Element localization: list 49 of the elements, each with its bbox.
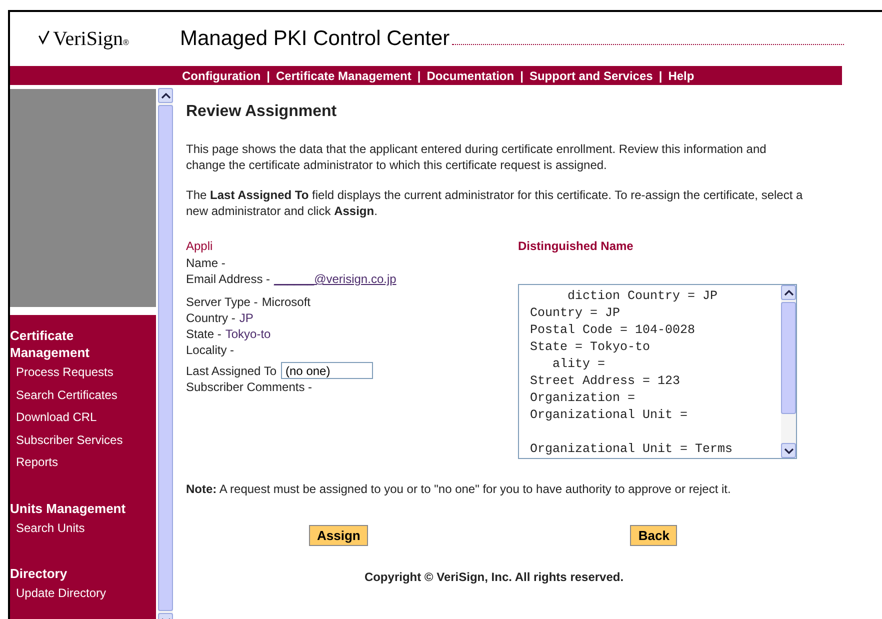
nav-link[interactable]: Documentation	[426, 68, 514, 82]
nav-link[interactable]: Certificate Management	[276, 68, 412, 82]
field-label: Country -	[186, 310, 236, 326]
sidebar-item[interactable]: Reports	[10, 451, 156, 474]
sidebar-heading: Units Management	[10, 500, 127, 516]
separator: |	[520, 68, 524, 82]
separator: |	[417, 68, 421, 82]
sidebar-item[interactable]: Process Requests	[10, 361, 156, 384]
nav-link[interactable]: Configuration	[182, 68, 261, 82]
nav-link[interactable]: Support and Services	[529, 68, 653, 82]
sidebar-item[interactable]: Subscriber Services	[10, 428, 156, 451]
separator: |	[266, 68, 270, 82]
scroll-up-icon[interactable]	[781, 285, 796, 300]
applicant-heading: Appli	[186, 239, 214, 255]
field-label: Name -	[186, 255, 226, 271]
scrollbar[interactable]	[781, 285, 796, 458]
section-title: Review Assignment	[186, 103, 338, 121]
intro-text: This page shows the data that the applicant entered during certificate enrollment. Review this information and change the certificate administrator to which this certificate request is assigned.	[186, 141, 768, 173]
field-label: State -	[186, 326, 222, 342]
check-mark-icon	[38, 28, 50, 44]
sidebar-heading: Directory	[10, 565, 68, 582]
assigned-to-field[interactable]: (no one)	[280, 362, 373, 379]
sidebar-heading: Certificate Management	[10, 327, 90, 361]
nav-link[interactable]: Help	[668, 68, 694, 82]
field-label: Subscriber Comments -	[186, 379, 312, 395]
scrollbar[interactable]	[158, 88, 173, 619]
sidebar-item[interactable]: Update Directory	[10, 582, 156, 604]
hint-text: The Last Assigned To field displays the current administrator for this certificate. To re-assign the certificate, select a new administrator and click Assign.	[186, 187, 804, 219]
field-label: Email Address -	[186, 271, 270, 287]
field-value: JP	[239, 310, 254, 326]
page-title: Managed PKI Control Center	[180, 27, 450, 51]
sidebar-item[interactable]: Search Certificates	[10, 384, 156, 406]
scroll-down-icon[interactable]	[781, 443, 796, 458]
field-label: Server Type -	[186, 294, 258, 310]
email-link[interactable]: ______@verisign.co.jp	[274, 271, 396, 287]
field-label: Last Assigned To	[186, 362, 277, 378]
copyright-text: Copyright © VeriSign, Inc. All rights reserved.	[363, 570, 625, 584]
field-value: Tokyo-to	[225, 326, 271, 342]
dn-text-area[interactable]: diction Country = JP Country = JP Postal Code = 104-0028 State = Tokyo-to ality = Street Address = 123 Organization = Organizational Unit = Organizational Unit = Terms	[518, 284, 797, 459]
separator: |	[658, 68, 662, 82]
sidebar-item[interactable]: Search Units	[10, 516, 156, 539]
dn-heading: Distinguished Name	[518, 239, 634, 255]
field-value: Microsoft	[262, 294, 310, 310]
field-label: Locality -	[186, 342, 234, 358]
action-button[interactable]: Back	[630, 525, 678, 546]
note-text: Note: A request must be assigned to you or to "no one" for you to have authority to approve or reject it.	[186, 481, 732, 497]
action-button[interactable]: Assign	[309, 525, 368, 546]
sidebar-item[interactable]: Download CRL	[10, 406, 156, 428]
scroll-up-icon[interactable]	[158, 88, 173, 103]
